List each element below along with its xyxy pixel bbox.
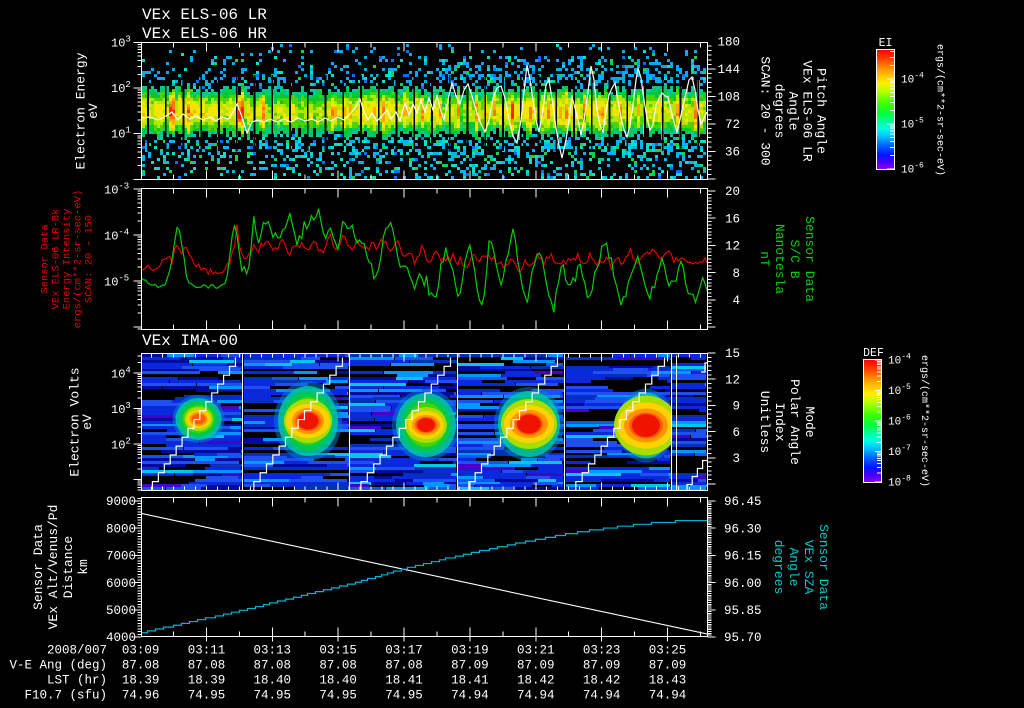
svg-text:74.94: 74.94 <box>583 688 621 702</box>
svg-text:8000: 8000 <box>106 522 136 536</box>
svg-text:95.70: 95.70 <box>724 631 762 645</box>
svg-text:18.42: 18.42 <box>517 673 555 687</box>
svg-text:18.41: 18.41 <box>385 673 423 687</box>
svg-text:87.08: 87.08 <box>385 658 423 672</box>
svg-text:74.95: 74.95 <box>188 688 226 702</box>
svg-text:3: 3 <box>732 452 740 466</box>
svg-text:18.41: 18.41 <box>451 673 489 687</box>
svg-text:87.08: 87.08 <box>122 658 160 672</box>
svg-text:9: 9 <box>732 400 740 414</box>
svg-text:18.40: 18.40 <box>319 673 357 687</box>
svg-text:74.94: 74.94 <box>451 688 489 702</box>
svg-text:LST (hr): LST (hr) <box>47 673 107 687</box>
svg-text:180: 180 <box>717 36 740 50</box>
svg-text:6000: 6000 <box>106 577 136 591</box>
svg-text:F10.7 (sfu): F10.7 (sfu) <box>24 688 107 702</box>
svg-text:18.42: 18.42 <box>583 673 621 687</box>
svg-text:18.43: 18.43 <box>649 673 687 687</box>
svg-text:18.39: 18.39 <box>122 673 160 687</box>
svg-text:6: 6 <box>732 426 740 440</box>
svg-text:87.09: 87.09 <box>517 658 555 672</box>
svg-text:87.08: 87.08 <box>319 658 357 672</box>
svg-text:5000: 5000 <box>106 604 136 618</box>
svg-text:87.09: 87.09 <box>583 658 621 672</box>
svg-text:96.00: 96.00 <box>724 577 762 591</box>
svg-text:74.95: 74.95 <box>385 688 423 702</box>
svg-text:144: 144 <box>717 63 740 77</box>
svg-text:108: 108 <box>717 91 740 105</box>
svg-text:03:25: 03:25 <box>649 643 687 657</box>
svg-text:2008/007: 2008/007 <box>47 643 107 657</box>
svg-text:VEx ELS-06 LR: VEx ELS-06 LR <box>142 6 267 24</box>
svg-text:03:13: 03:13 <box>254 643 292 657</box>
svg-text:12: 12 <box>725 240 740 254</box>
svg-text:87.09: 87.09 <box>649 658 687 672</box>
svg-text:VEx IMA-00: VEx IMA-00 <box>142 332 238 350</box>
svg-text:36: 36 <box>725 146 740 160</box>
svg-text:96.30: 96.30 <box>724 522 762 536</box>
svg-text:20: 20 <box>725 185 740 199</box>
svg-text:96.15: 96.15 <box>724 550 762 564</box>
svg-text:03:21: 03:21 <box>517 643 555 657</box>
svg-text:03:17: 03:17 <box>385 643 423 657</box>
svg-text:18.40: 18.40 <box>254 673 292 687</box>
svg-text:ergs/(cm**2-sr-sec-eV): ergs/(cm**2-sr-sec-eV) <box>918 355 930 487</box>
svg-text:87.08: 87.08 <box>188 658 226 672</box>
svg-text:72: 72 <box>725 118 740 132</box>
svg-text:87.09: 87.09 <box>451 658 489 672</box>
svg-text:16: 16 <box>725 212 740 226</box>
svg-text:VEx ELS-06 HR: VEx ELS-06 HR <box>142 25 267 43</box>
svg-text:7000: 7000 <box>106 550 136 564</box>
svg-text:ergs/(cm**2-sr-sec-eV): ergs/(cm**2-sr-sec-eV) <box>934 44 946 176</box>
svg-text:18.39: 18.39 <box>188 673 226 687</box>
svg-text:15: 15 <box>725 347 740 361</box>
svg-text:03:15: 03:15 <box>319 643 357 657</box>
svg-text:8: 8 <box>732 267 740 281</box>
svg-text:74.94: 74.94 <box>517 688 555 702</box>
svg-text:74.95: 74.95 <box>254 688 292 702</box>
svg-text:95.85: 95.85 <box>724 604 762 618</box>
svg-text:DEF: DEF <box>863 347 884 360</box>
svg-text:V-E Ang (deg): V-E Ang (deg) <box>9 658 107 672</box>
svg-text:87.08: 87.08 <box>254 658 292 672</box>
svg-text:74.96: 74.96 <box>122 688 160 702</box>
svg-text:03:11: 03:11 <box>188 643 226 657</box>
svg-text:12: 12 <box>725 373 740 387</box>
svg-text:4: 4 <box>732 294 740 308</box>
svg-text:9000: 9000 <box>106 495 136 509</box>
svg-text:03:09: 03:09 <box>122 643 160 657</box>
svg-text:74.95: 74.95 <box>319 688 357 702</box>
svg-text:03:19: 03:19 <box>451 643 489 657</box>
svg-text:EI: EI <box>879 37 893 50</box>
svg-text:74.94: 74.94 <box>649 688 687 702</box>
svg-text:03:23: 03:23 <box>583 643 621 657</box>
svg-text:96.45: 96.45 <box>724 495 762 509</box>
